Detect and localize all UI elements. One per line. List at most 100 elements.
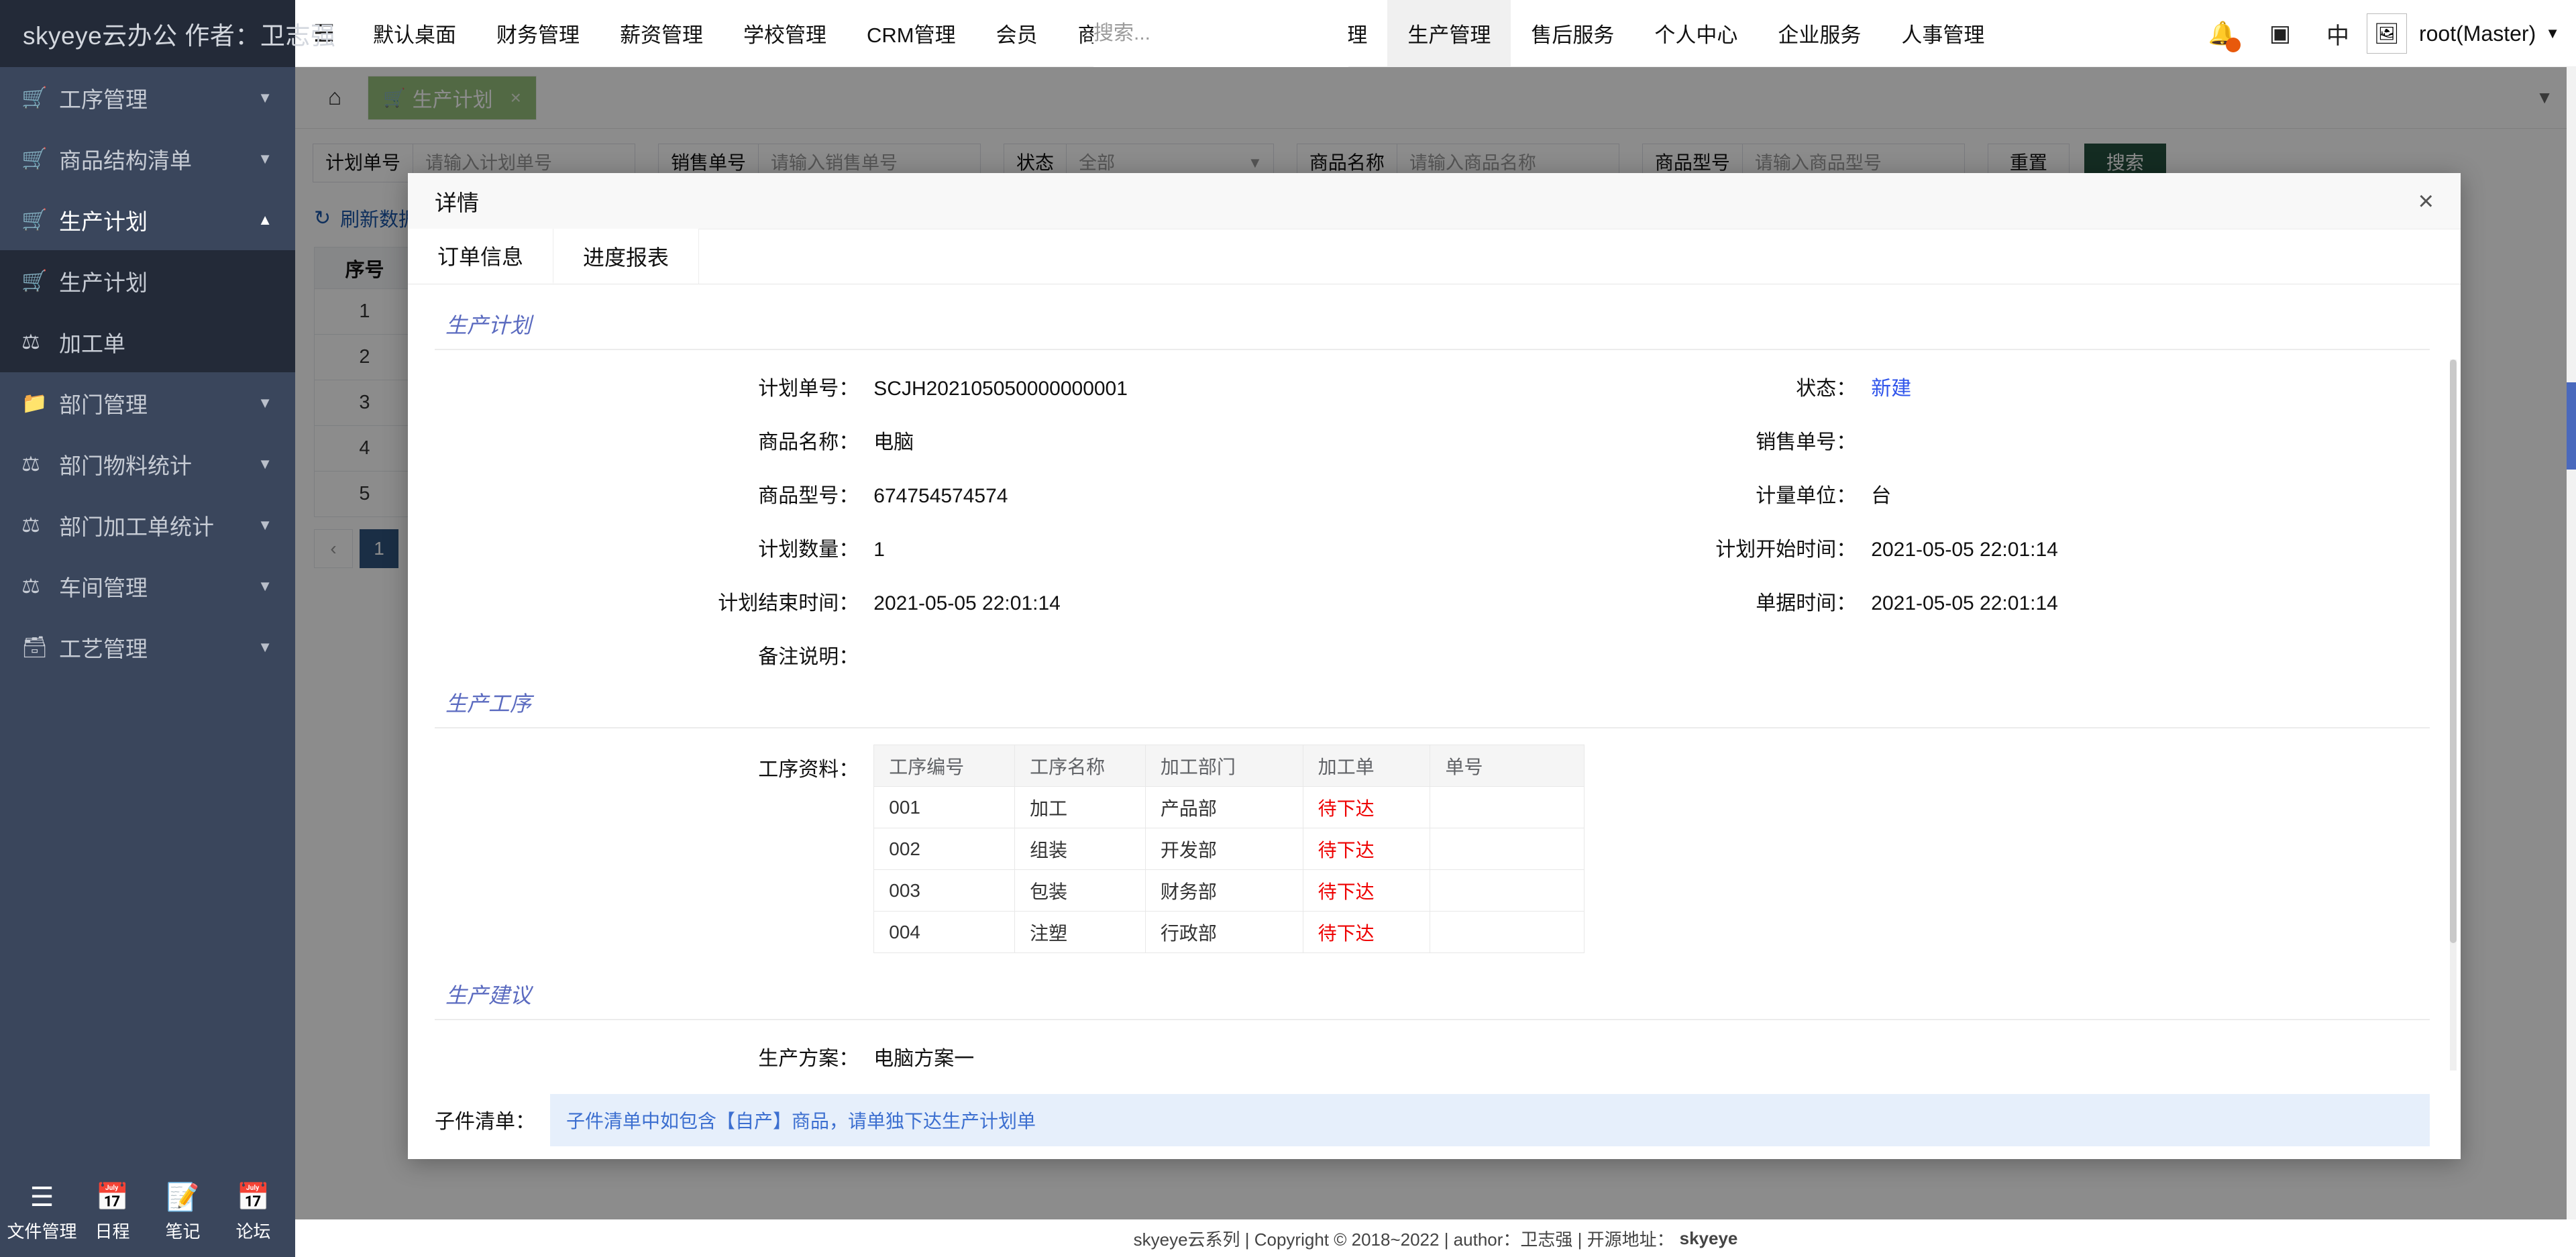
balance-icon: ⚖ — [21, 574, 59, 598]
tab-order-info[interactable]: 订单信息 — [408, 229, 553, 284]
chevron-down-icon: ▼ — [258, 89, 272, 107]
field-status: 状态： 新建 — [1432, 372, 2430, 401]
sidebar-item-label: 生产计划 — [59, 204, 258, 236]
table-header-row: 工序编号 工序名称 加工部门 加工单 单号 — [874, 745, 1585, 787]
calendar-icon: 📅 — [96, 1182, 129, 1213]
field-remark: 备注说明： — [435, 640, 1432, 669]
dock-item-forum[interactable]: 📅 论坛 — [220, 1182, 287, 1243]
table-row: 004 注塑 行政部 待下达 — [874, 912, 1585, 953]
child-parts-block: 子件清单： 子件清单中如包含【自产】商品，请单独下达生产计划单 商品名称 型号 … — [435, 1083, 2430, 1159]
form-row: 计划单号： SCJH202105050000000001 状态： 新建 — [435, 360, 2430, 413]
language-icon[interactable]: 中 — [2309, 17, 2367, 50]
cell-order-number — [1430, 787, 1585, 828]
sidebar: skyeye云办公 作者：卫志强 🛒 工序管理 ▼ 🛒 商品结构清单 ▼ 🛒 生… — [0, 0, 295, 1257]
sidebar-item-bumen-jiagongdan-tongji[interactable]: ⚖ 部门加工单统计 ▼ — [0, 494, 295, 555]
tab-finance[interactable]: 财务管理 — [476, 0, 600, 67]
field-value: 2021-05-05 22:01:14 — [1871, 592, 2430, 615]
tab-after-sales[interactable]: 售后服务 — [1511, 0, 1634, 67]
modal-scrollbar-thumb[interactable] — [2450, 360, 2457, 943]
close-icon[interactable]: × — [2418, 188, 2434, 215]
page-scrollbar[interactable] — [2567, 67, 2576, 1219]
cell-process-dept: 财务部 — [1145, 870, 1303, 912]
folder-icon: 📁 — [21, 390, 59, 415]
sidebar-subitem-jiagongdan[interactable]: ⚖ 加工单 — [0, 311, 295, 372]
dock-item-file-manager[interactable]: ☰ 文件管理 — [9, 1182, 76, 1243]
field-value: 2021-05-05 22:01:14 — [873, 592, 1432, 615]
sidebar-item-shangpin-jiegou-qingdan[interactable]: 🛒 商品结构清单 ▼ — [0, 128, 295, 189]
tab-payroll[interactable]: 薪资管理 — [600, 0, 723, 67]
cell-process-dept: 产品部 — [1145, 787, 1303, 828]
sidebar-item-bumen-guanli[interactable]: 📁 部门管理 ▼ — [0, 372, 295, 433]
avatar[interactable]: 🖼 — [2367, 13, 2407, 54]
sidebar-item-bumen-wuliao-tongji[interactable]: ⚖ 部门物料统计 ▼ — [0, 433, 295, 494]
chevron-up-icon: ▲ — [258, 211, 272, 229]
username-label[interactable]: root(Master) — [2419, 21, 2536, 46]
fullscreen-icon[interactable]: ▣ — [2251, 20, 2309, 47]
page-scrollbar-thumb[interactable] — [2567, 382, 2576, 470]
archive-icon: 🗃 — [21, 635, 59, 659]
tab-school[interactable]: 学校管理 — [723, 0, 847, 67]
tab-crm[interactable]: CRM管理 — [847, 0, 976, 67]
dock-item-label: 论坛 — [235, 1218, 270, 1243]
field-unit: 计量单位： 台 — [1432, 479, 2430, 508]
sidebar-dock: ☰ 文件管理 📅 日程 📝 笔记 📅 论坛 — [0, 1167, 295, 1257]
field-plan-end-time: 计划结束时间： 2021-05-05 22:01:14 — [435, 586, 1432, 616]
balance-icon: ⚖ — [21, 330, 59, 354]
sidebar-item-label: 部门物料统计 — [59, 448, 258, 480]
sidebar-item-gongyi-guanli[interactable]: 🗃 工艺管理 ▼ — [0, 616, 295, 677]
field-label: 状态： — [1432, 372, 1871, 401]
sidebar-item-label: 工序管理 — [59, 82, 258, 114]
footer-link[interactable]: skyeye — [1680, 1228, 1738, 1249]
field-sales-number: 销售单号： — [1432, 425, 2430, 455]
field-plan-start-time: 计划开始时间： 2021-05-05 22:01:14 — [1432, 533, 2430, 562]
sidebar-submenu: 🛒 生产计划 ⚖ 加工单 — [0, 250, 295, 372]
field-label: 单据时间： — [1432, 586, 1871, 616]
dock-item-schedule[interactable]: 📅 日程 — [79, 1182, 146, 1243]
cell-work-order-status: 待下达 — [1303, 828, 1430, 870]
column-header-order-number: 单号 — [1430, 745, 1585, 787]
sidebar-item-gongxu-guanli[interactable]: 🛒 工序管理 ▼ — [0, 67, 295, 128]
dock-item-notes[interactable]: 📝 笔记 — [150, 1182, 217, 1243]
modal-scrollbar[interactable] — [2450, 360, 2457, 1071]
detail-modal: 详情 × 订单信息 进度报表 生产计划 计划单号： SCJH2021050500… — [408, 173, 2461, 1159]
table-row: 003 包装 财务部 待下达 — [874, 870, 1585, 912]
form-row: 计划数量： 1 计划开始时间： 2021-05-05 22:01:14 — [435, 521, 2430, 574]
dock-item-label: 文件管理 — [7, 1218, 77, 1243]
tab-member[interactable]: 会员 — [976, 0, 1058, 67]
cell-process-code: 003 — [874, 870, 1015, 912]
sidebar-item-chejian-guanli[interactable]: ⚖ 车间管理 ▼ — [0, 555, 295, 616]
field-value: 2021-05-05 22:01:14 — [1871, 539, 2430, 561]
tab-hr[interactable]: 人事管理 — [1881, 0, 2004, 67]
field-label: 计划单号： — [435, 372, 873, 401]
child-parts-label: 子件清单： — [435, 1094, 550, 1134]
application-root: skyeye云办公 作者：卫志强 🛒 工序管理 ▼ 🛒 商品结构清单 ▼ 🛒 生… — [0, 0, 2576, 1257]
tab-default-desktop[interactable]: 默认桌面 — [353, 0, 476, 67]
section-title-production-process: 生产工序 — [435, 681, 2430, 727]
table-row: 001 加工 产品部 待下达 — [874, 787, 1585, 828]
field-label: 计划数量： — [435, 533, 873, 562]
modal-tab-bar: 订单信息 进度报表 — [408, 229, 2461, 284]
cell-work-order-status: 待下达 — [1303, 787, 1430, 828]
language-label: 中 — [2326, 17, 2349, 50]
bell-icon[interactable]: 🔔 — [2194, 20, 2251, 47]
tab-enterprise-service[interactable]: 企业服务 — [1758, 0, 1881, 67]
search-input[interactable] — [1093, 22, 1348, 45]
modal-body: 生产计划 计划单号： SCJH202105050000000001 状态： 新建… — [408, 284, 2461, 1159]
field-value: 674754574574 — [873, 485, 1432, 508]
cell-order-number — [1430, 912, 1585, 953]
column-header-process-name: 工序名称 — [1015, 745, 1146, 787]
sidebar-item-shengchan-jihua[interactable]: 🛒 生产计划 ▲ — [0, 189, 295, 250]
chevron-down-icon[interactable]: ▼ — [2545, 25, 2560, 42]
child-parts-alert: 子件清单中如包含【自产】商品，请单独下达生产计划单 — [550, 1094, 2430, 1146]
field-value: SCJH202105050000000001 — [873, 378, 1432, 400]
chevron-down-icon: ▼ — [258, 150, 272, 168]
list-icon: ☰ — [30, 1182, 54, 1213]
tab-personal-center[interactable]: 个人中心 — [1634, 0, 1758, 67]
tab-production[interactable]: 生产管理 — [1387, 0, 1511, 67]
tab-progress-report[interactable]: 进度报表 — [553, 229, 699, 284]
field-label: 商品型号： — [435, 479, 873, 508]
sidebar-subitem-shengchan-jihua[interactable]: 🛒 生产计划 — [0, 250, 295, 311]
dock-item-label: 日程 — [95, 1218, 129, 1243]
divider — [435, 349, 2430, 350]
chevron-down-icon: ▼ — [258, 455, 272, 473]
